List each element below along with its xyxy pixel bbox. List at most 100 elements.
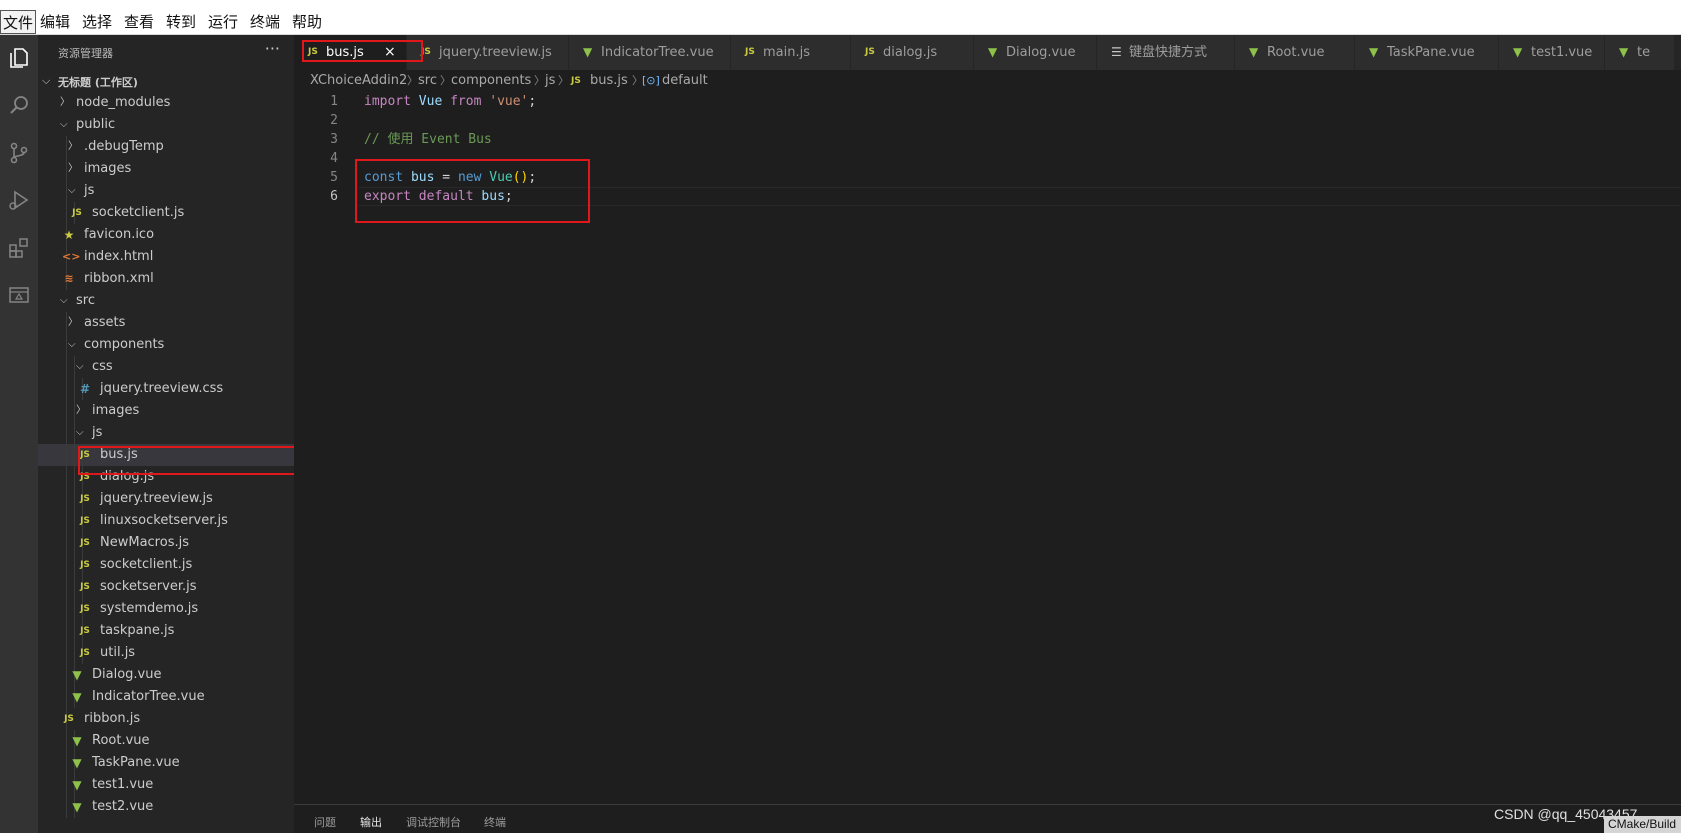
chevron-down-icon: ⌵ — [76, 361, 84, 372]
chevron-right-icon: 〉 — [68, 163, 78, 174]
tree-file[interactable]: JS socketclient.js — [38, 554, 294, 576]
search-icon[interactable] — [4, 90, 34, 120]
tree-file[interactable]: JS NewMacros.js — [38, 532, 294, 554]
tree-file[interactable]: ▼ Root.vue — [38, 730, 294, 752]
indent-guide — [66, 598, 67, 620]
breadcrumb-item[interactable]: default — [662, 70, 708, 92]
menu-file[interactable]: 文件 — [0, 10, 37, 34]
tree-folder[interactable]: ⌵ js — [38, 422, 294, 444]
tree-file[interactable]: <> index.html — [38, 246, 294, 268]
panel-tab-debug-console[interactable]: 调试控制台 — [406, 814, 461, 830]
tree-file[interactable]: ▼ TaskPane.vue — [38, 752, 294, 774]
editor-tab[interactable]: JS jquery.treeview.js — [407, 35, 569, 70]
explorer-header: 资源管理器 ··· — [38, 35, 294, 70]
code-token: from — [450, 94, 490, 109]
tree-item-label: util.js — [100, 645, 136, 660]
extensions-icon[interactable] — [4, 233, 34, 263]
code-token: Vue — [418, 94, 451, 109]
indent-guide — [66, 422, 67, 444]
tree-file[interactable]: # jquery.treeview.css — [38, 378, 294, 400]
indent-guide — [66, 334, 67, 356]
tree-folder[interactable]: 〉 images — [38, 158, 294, 180]
js-file-icon: JS — [865, 47, 875, 57]
indent-guide — [74, 642, 75, 664]
menu-selection[interactable]: 选择 — [80, 10, 114, 34]
tree-item-label: components — [84, 337, 165, 352]
indent-guide — [74, 510, 75, 532]
chevron-down-icon: ⌵ — [60, 295, 68, 306]
tree-folder[interactable]: ⌵ js — [38, 180, 294, 202]
tree-file[interactable]: JS systemdemo.js — [38, 598, 294, 620]
tree-file[interactable]: JS taskpane.js — [38, 620, 294, 642]
tree-file[interactable]: ▼ IndicatorTree.vue — [38, 686, 294, 708]
indent-guide — [74, 554, 75, 576]
workspace-section[interactable]: ⌵ 无标题 (工作区) — [38, 70, 294, 92]
menu-help[interactable]: 帮助 — [290, 10, 324, 34]
editor-tab[interactable]: ▼ IndicatorTree.vue — [569, 35, 731, 70]
code-token: // 使用 Event Bus — [364, 132, 492, 147]
tree-file[interactable]: JS socketclient.js — [38, 202, 294, 224]
indent-guide — [66, 180, 67, 202]
tree-item-label: Root.vue — [92, 733, 150, 748]
editor-tab[interactable]: ☰ 键盘快捷方式 — [1097, 35, 1235, 70]
run-debug-icon[interactable] — [4, 185, 34, 215]
tree-file[interactable]: JS jquery.treeview.js — [38, 488, 294, 510]
chevron-right-icon: 〉 — [68, 141, 78, 152]
tree-folder[interactable]: 〉 node_modules — [38, 92, 294, 114]
source-control-icon[interactable] — [4, 138, 34, 168]
js-file-icon: JS — [72, 208, 82, 218]
code-token: import — [364, 94, 419, 109]
code-line[interactable]: import Vue from 'vue'; — [364, 92, 536, 111]
indent-guide — [74, 532, 75, 554]
panel-tab-problems[interactable]: 问题 — [314, 814, 336, 830]
tree-file[interactable]: ≋ ribbon.xml — [38, 268, 294, 290]
tree-file[interactable]: JS util.js — [38, 642, 294, 664]
tree-folder[interactable]: 〉 assets — [38, 312, 294, 334]
js-file-icon: JS — [64, 714, 74, 724]
tree-item-label: ribbon.js — [84, 711, 141, 726]
remote-explorer-icon[interactable] — [4, 280, 34, 310]
tree-file[interactable]: JS socketserver.js — [38, 576, 294, 598]
breadcrumb-item[interactable]: js — [545, 70, 555, 92]
editor-tab[interactable]: ▼ test1.vue — [1499, 35, 1605, 70]
menu-edit[interactable]: 编辑 — [38, 10, 72, 34]
tree-file[interactable]: JS linuxsocketserver.js — [38, 510, 294, 532]
menu-view[interactable]: 查看 — [122, 10, 156, 34]
keyboard-shortcuts-icon: ☰ — [1111, 45, 1122, 59]
tree-folder[interactable]: 〉 .debugTemp — [38, 136, 294, 158]
editor-tab[interactable]: ▼ TaskPane.vue — [1355, 35, 1499, 70]
tab-label: te — [1637, 45, 1651, 60]
panel-tab-terminal[interactable]: 终端 — [484, 814, 506, 830]
tree-file[interactable]: ▼ test2.vue — [38, 796, 294, 818]
tree-folder[interactable]: ⌵ components — [38, 334, 294, 356]
tree-file[interactable]: ▼ test1.vue — [38, 774, 294, 796]
editor-tab[interactable]: ▼ Root.vue — [1235, 35, 1355, 70]
editor-tab[interactable]: JS main.js — [731, 35, 851, 70]
panel-tab-output[interactable]: 输出 — [360, 814, 382, 830]
indent-guide — [74, 620, 75, 642]
tree-file[interactable]: ★ favicon.ico — [38, 224, 294, 246]
tree-folder[interactable]: ⌵ css — [38, 356, 294, 378]
breadcrumb-item[interactable]: bus.js — [590, 70, 628, 92]
code-line[interactable]: // 使用 Event Bus — [364, 130, 492, 149]
breadcrumb-item[interactable]: src — [418, 70, 437, 92]
breadcrumb-item[interactable]: components — [451, 70, 531, 92]
editor-tab[interactable]: ▼ Dialog.vue — [974, 35, 1097, 70]
tree-folder[interactable]: ⌵ public — [38, 114, 294, 136]
menu-run[interactable]: 运行 — [206, 10, 240, 34]
tree-item-label: TaskPane.vue — [92, 755, 180, 770]
tree-file[interactable]: ▼ Dialog.vue — [38, 664, 294, 686]
explorer-icon[interactable] — [4, 43, 34, 73]
menu-terminal[interactable]: 终端 — [248, 10, 282, 34]
menu-go[interactable]: 转到 — [164, 10, 198, 34]
more-actions-icon[interactable]: ··· — [265, 39, 280, 58]
tree-folder[interactable]: ⌵ src — [38, 290, 294, 312]
menu-bar: 文件 编辑 选择 查看 转到 运行 终端 帮助 — [0, 0, 1681, 35]
tree-folder[interactable]: 〉 images — [38, 400, 294, 422]
editor-tab[interactable]: JS dialog.js — [851, 35, 974, 70]
breadcrumb-item[interactable]: XChoiceAddin2 — [310, 70, 407, 92]
editor-tab[interactable]: ▼ te — [1605, 35, 1675, 70]
status-cmake[interactable]: CMake/Build — [1604, 816, 1681, 833]
tree-file[interactable]: JS ribbon.js — [38, 708, 294, 730]
html-file-icon: <> — [62, 250, 81, 263]
